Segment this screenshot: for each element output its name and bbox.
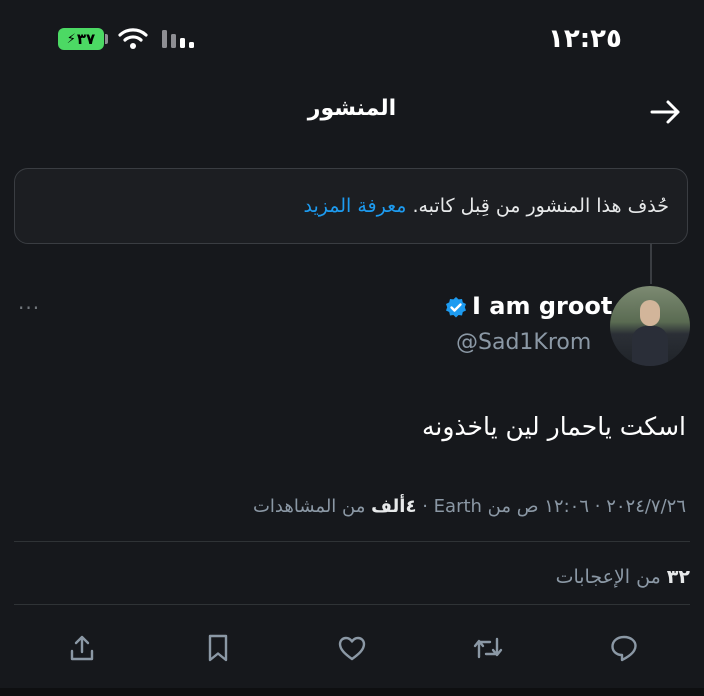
wifi-icon — [118, 28, 148, 49]
repost-icon — [473, 637, 503, 659]
thread-line — [650, 244, 652, 284]
tweet-source: من Earth — [433, 496, 512, 517]
notice-text: حُذف هذا المنشور من قِبل كاتبه. — [412, 195, 669, 217]
tweet-text: اسكت ياحمار لين ياخذونه — [421, 412, 686, 441]
bookmark-button[interactable] — [198, 628, 238, 668]
more-options-button[interactable]: ··· — [18, 296, 40, 320]
author-display-name[interactable]: I am groot — [472, 292, 612, 320]
charging-bolt-icon: ⚡ — [66, 31, 76, 47]
likes-stat[interactable]: ٣٢ من الإعجابات — [556, 566, 690, 588]
views-count: ٤ألف — [371, 496, 417, 517]
bottom-edge — [0, 688, 704, 696]
avatar[interactable] — [610, 286, 690, 366]
likes-label: من الإعجابات — [555, 566, 661, 588]
page-title: المنشور — [307, 96, 397, 121]
battery-level: ٣٧ — [76, 30, 96, 48]
signal-icon — [162, 30, 194, 48]
reply-button[interactable] — [604, 628, 644, 668]
deleted-post-notice: حُذف هذا المنشور من قِبل كاتبه. معرفة ال… — [14, 168, 688, 244]
tweet-date: ٢٠٢٤/٧/٢٦ — [606, 496, 686, 517]
tweet-time: ١٢:٠٦ ص — [516, 496, 589, 517]
divider — [14, 604, 690, 605]
tweet-meta: ٢٠٢٤/٧/٢٦ · ١٢:٠٦ ص من Earth · ٤ألف من ا… — [252, 496, 686, 517]
bookmark-icon — [208, 634, 228, 662]
views-label: من المشاهدات — [252, 496, 366, 517]
verified-badge-icon — [446, 297, 466, 318]
likes-count: ٣٢ — [666, 566, 690, 588]
status-time: ١٢:٢٥ — [548, 24, 622, 54]
back-arrow-icon[interactable] — [648, 96, 684, 128]
reply-icon — [611, 635, 637, 662]
battery-indicator: ⚡ ٣٧ — [58, 28, 104, 50]
share-button[interactable] — [62, 628, 102, 668]
like-icon — [338, 636, 366, 661]
divider — [14, 541, 690, 542]
share-icon — [70, 635, 94, 661]
author-handle[interactable]: @Sad1Krom — [456, 330, 591, 355]
learn-more-link[interactable]: معرفة المزيد — [304, 195, 407, 217]
battery-cap — [105, 34, 108, 44]
like-button[interactable] — [332, 628, 372, 668]
repost-button[interactable] — [468, 628, 508, 668]
